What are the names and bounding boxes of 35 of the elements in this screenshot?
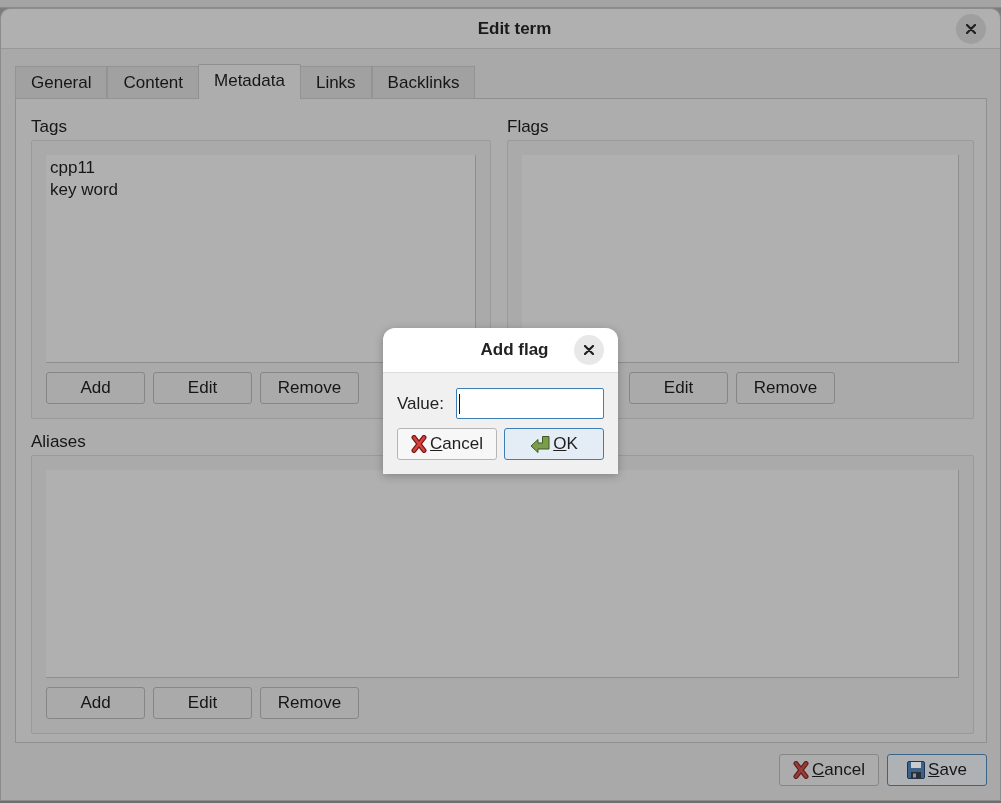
save-button[interactable]: Save <box>887 754 987 786</box>
cancel-button[interactable]: Cancel <box>779 754 879 786</box>
x-mark-icon <box>411 435 428 453</box>
value-input[interactable] <box>456 388 604 419</box>
tab[interactable]: Metadata <box>198 64 301 99</box>
close-icon <box>584 345 594 355</box>
tab[interactable]: Content <box>107 66 200 99</box>
bent-arrow-icon <box>530 435 551 453</box>
edit-button[interactable]: Edit <box>629 372 728 404</box>
group-label: Tags <box>31 116 67 138</box>
remove-button[interactable]: Remove <box>736 372 835 404</box>
cancel-button[interactable]: Cancel <box>397 428 497 460</box>
edit-button[interactable]: Edit <box>153 372 252 404</box>
group-label: Flags <box>507 116 549 138</box>
window-title: Edit term <box>477 17 552 40</box>
remove-button[interactable]: Remove <box>260 687 359 719</box>
add-button[interactable]: Add <box>46 372 145 404</box>
close-button[interactable] <box>956 13 986 44</box>
edit-button[interactable]: Edit <box>153 687 252 719</box>
x-mark-icon <box>793 761 810 779</box>
list-item[interactable]: cpp11 <box>50 157 471 179</box>
field-label: Value: <box>397 392 445 415</box>
dialog-title: Add flag <box>480 339 549 362</box>
remove-button[interactable]: Remove <box>260 372 359 404</box>
tab[interactable]: Links <box>299 66 372 99</box>
ok-button[interactable]: OK <box>504 428 604 460</box>
list-item[interactable]: key word <box>50 179 471 201</box>
tab[interactable]: Backlinks <box>371 66 476 99</box>
group-label: Aliases <box>31 431 86 453</box>
tab[interactable]: General <box>15 66 108 99</box>
list-box[interactable]: cpp11 key word <box>46 155 476 363</box>
close-icon <box>966 23 976 34</box>
text-cursor <box>459 393 460 414</box>
close-button[interactable] <box>574 335 604 365</box>
add-button[interactable]: Add <box>46 687 145 719</box>
